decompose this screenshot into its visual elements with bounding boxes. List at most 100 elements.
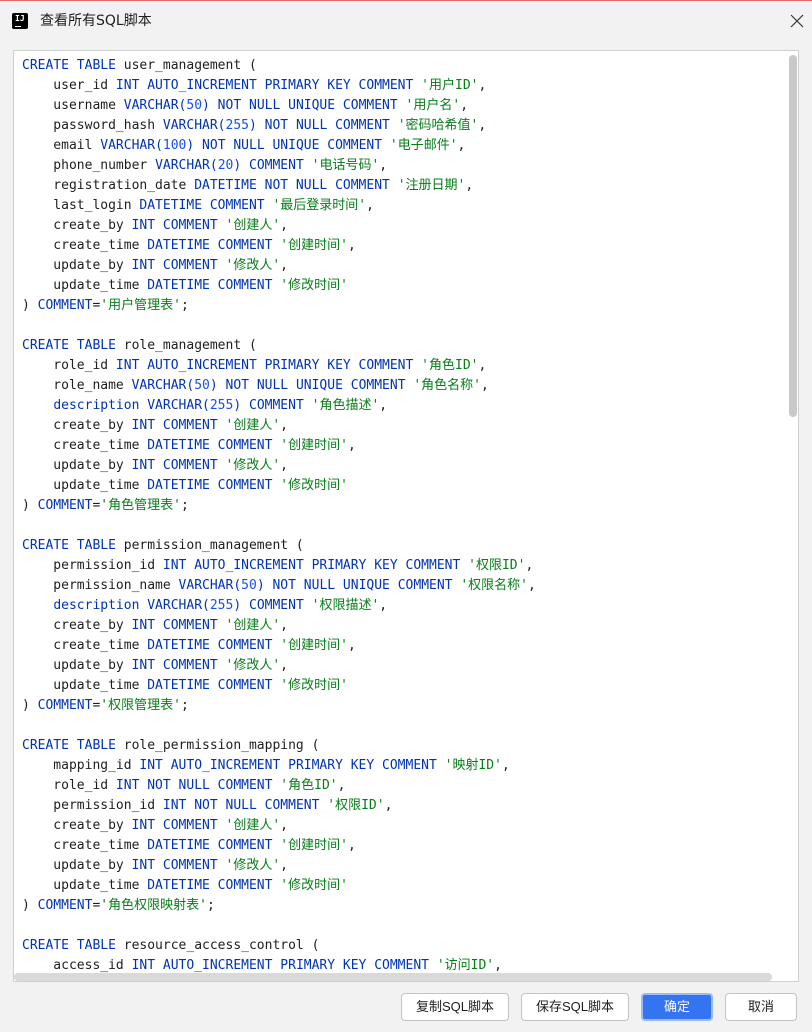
code-line: permission_id INT NOT NULL COMMENT '权限ID… — [22, 796, 536, 816]
code-token: , — [347, 238, 356, 253]
code-token: '创建人' — [225, 618, 281, 633]
code-line: role_name VARCHAR(50) NOT NULL UNIQUE CO… — [22, 376, 536, 396]
code-token: INT NOT NULL COMMENT — [115, 778, 281, 793]
code-line: update_time DATETIME COMMENT '修改时间' — [22, 676, 536, 696]
code-token: ) NOT NULL UNIQUE COMMENT — [209, 378, 414, 393]
code-token: INT AUTO_INCREMENT PRIMARY KEY COMMENT — [115, 358, 422, 373]
code-token: 255 — [209, 598, 234, 613]
code-line: update_by INT COMMENT '修改人', — [22, 656, 536, 676]
code-token: , — [347, 638, 356, 653]
code-token: mapping_id — [22, 758, 140, 773]
sql-script-editor[interactable]: CREATE TABLE user_management ( user_id I… — [13, 50, 799, 982]
code-token: update_by — [22, 858, 132, 873]
sql-code-area[interactable]: CREATE TABLE user_management ( user_id I… — [22, 56, 536, 981]
code-token: update_by — [22, 258, 132, 273]
code-token: '访问ID' — [436, 958, 495, 973]
code-token: '用户名' — [405, 98, 461, 113]
code-token: '用户ID' — [421, 78, 479, 93]
code-token: '电子邮件' — [389, 138, 458, 153]
horizontal-scrollbar[interactable] — [14, 973, 772, 981]
code-token: CREATE TABLE — [22, 58, 124, 73]
code-line: role_id INT AUTO_INCREMENT PRIMARY KEY C… — [22, 356, 536, 376]
code-line: create_time DATETIME COMMENT '创建时间', — [22, 836, 536, 856]
code-token: password_hash — [22, 118, 163, 133]
code-token: access_id — [22, 958, 132, 973]
code-token: ; — [206, 898, 215, 913]
code-token: DATETIME COMMENT — [147, 238, 281, 253]
code-token: , — [481, 378, 489, 393]
code-line: email VARCHAR(100) NOT NULL UNIQUE COMME… — [22, 136, 536, 156]
code-token: , — [280, 818, 288, 833]
code-token: '创建时间' — [280, 838, 348, 853]
code-token: update_time — [22, 678, 148, 693]
code-token: ; — [180, 698, 189, 713]
code-token: , — [457, 138, 466, 153]
code-token: COMMENT — [37, 298, 93, 313]
code-token: ) — [22, 298, 38, 313]
code-token: ) — [22, 498, 38, 513]
code-line: update_by INT COMMENT '修改人', — [22, 456, 536, 476]
code-token: '修改人' — [225, 458, 281, 473]
dialog-title: 查看所有SQL脚本 — [40, 13, 152, 29]
code-token: DATETIME COMMENT — [147, 838, 281, 853]
code-token: user_id — [22, 78, 116, 93]
code-token: ) NOT NULL UNIQUE COMMENT — [256, 578, 461, 593]
code-line: update_time DATETIME COMMENT '修改时间' — [22, 476, 536, 496]
code-token: '权限ID' — [327, 798, 385, 813]
code-line: description VARCHAR(255) COMMENT '角色描述', — [22, 396, 536, 416]
copy-sql-script-button[interactable]: 复制SQL脚本 — [401, 993, 509, 1021]
code-token: INT COMMENT — [131, 458, 226, 473]
code-token: DATETIME NOT NULL COMMENT — [194, 178, 398, 193]
code-token: INT AUTO_INCREMENT PRIMARY KEY COMMENT — [131, 958, 437, 973]
code-token: role_id — [22, 778, 116, 793]
code-line: create_by INT COMMENT '创建人', — [22, 216, 536, 236]
cancel-button[interactable]: 取消 — [725, 993, 797, 1021]
code-token: , — [366, 198, 374, 213]
code-token: create_time — [22, 238, 148, 253]
code-token: INT COMMENT — [131, 258, 226, 273]
code-token: INT COMMENT — [131, 658, 226, 673]
code-token: role_management ( — [123, 338, 257, 353]
code-token: INT COMMENT — [131, 618, 226, 633]
code-token: '角色权限映射表' — [100, 898, 207, 913]
code-token: DATETIME COMMENT — [147, 278, 281, 293]
code-token: update_time — [22, 878, 148, 893]
code-token: ) NOT NULL UNIQUE COMMENT — [186, 138, 390, 153]
code-token: '角色ID' — [280, 778, 338, 793]
code-token: , — [384, 798, 393, 813]
intellij-app-icon: IJ — [12, 13, 28, 29]
close-button[interactable] — [782, 6, 812, 36]
code-line: registration_date DATETIME NOT NULL COMM… — [22, 176, 536, 196]
code-token: ) NOT NULL COMMENT — [249, 118, 398, 133]
code-token: , — [478, 118, 487, 133]
code-token: , — [527, 578, 536, 593]
save-sql-script-button[interactable]: 保存SQL脚本 — [521, 993, 629, 1021]
code-token: VARCHAR( — [123, 98, 187, 113]
code-line: create_time DATETIME COMMENT '创建时间', — [22, 636, 536, 656]
code-token: update_time — [22, 478, 148, 493]
code-token: '用户管理表' — [100, 298, 181, 313]
vertical-scrollbar[interactable] — [789, 55, 797, 417]
code-token: , — [280, 618, 288, 633]
code-token: '角色ID' — [421, 358, 479, 373]
code-token: , — [280, 658, 288, 673]
code-token: , — [501, 758, 510, 773]
code-token: '创建人' — [225, 418, 281, 433]
code-token: INT NOT NULL COMMENT — [162, 798, 328, 813]
code-token: '角色名称' — [413, 378, 482, 393]
code-token: ) COMMENT — [233, 398, 312, 413]
code-token: 255 — [209, 398, 234, 413]
code-token: , — [525, 558, 534, 573]
code-token: '创建人' — [225, 218, 281, 233]
ok-button[interactable]: 确定 — [641, 993, 713, 1021]
code-token: role_name — [22, 378, 132, 393]
code-token: create_by — [22, 818, 132, 833]
code-line: CREATE TABLE permission_management ( — [22, 536, 536, 556]
code-token: CREATE TABLE — [22, 938, 124, 953]
code-token: '修改时间' — [280, 278, 348, 293]
code-line: phone_number VARCHAR(20) COMMENT '电话号码', — [22, 156, 536, 176]
code-token: '密码哈希值' — [397, 118, 479, 133]
code-token: DATETIME COMMENT — [139, 198, 273, 213]
